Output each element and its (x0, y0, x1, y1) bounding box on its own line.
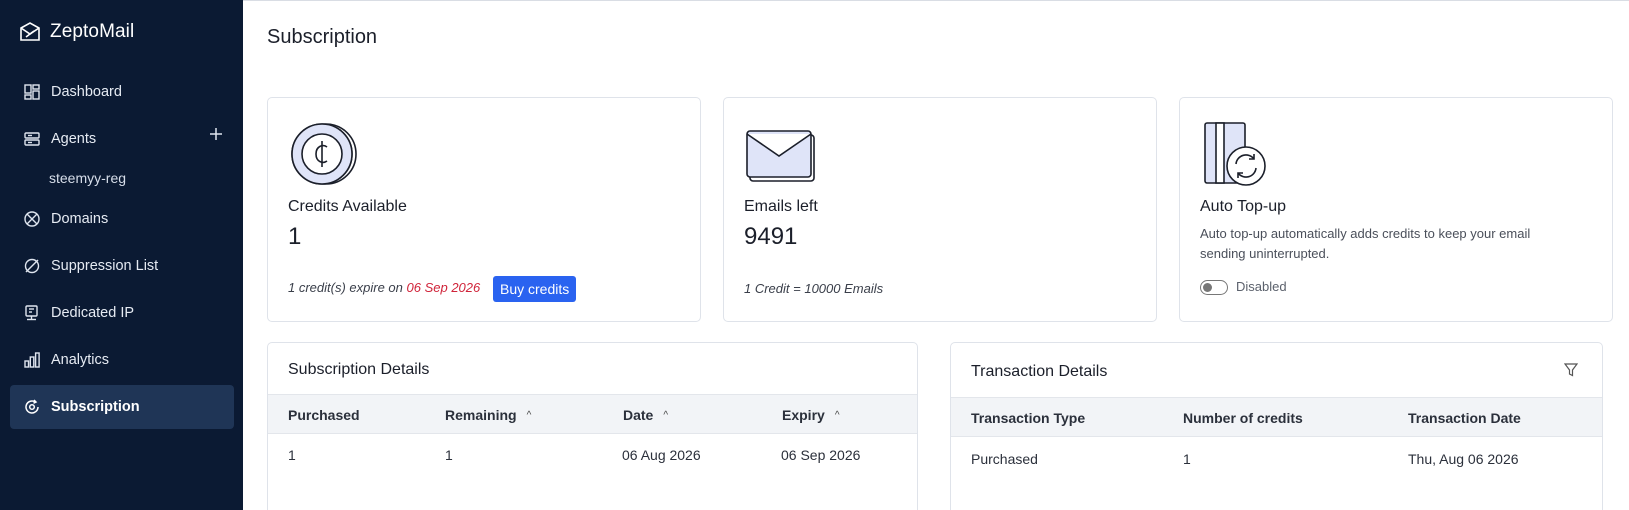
subscription-table-header: Purchased Remaining ^ Date ^ Expiry ^ (268, 394, 917, 434)
sidebar-item-dedicated-ip[interactable]: Dedicated IP (10, 291, 234, 335)
transaction-table-header: Transaction Type Number of credits Trans… (951, 397, 1602, 437)
sidebar-item-dashboard[interactable]: Dashboard (10, 70, 234, 114)
buy-credits-button[interactable]: Buy credits (493, 276, 577, 302)
sidebar-item-agents[interactable]: Agents (10, 117, 234, 161)
sidebar-item-label: Subscription (51, 399, 140, 415)
sidebar-item-domains[interactable]: Domains (10, 197, 234, 241)
column-header-purchased: Purchased (288, 407, 360, 423)
sort-caret-icon[interactable]: ^ (835, 410, 840, 421)
cell-date: 06 Aug 2026 (622, 447, 701, 463)
dedicated-ip-icon (23, 304, 41, 322)
sidebar-item-label: Agents (51, 131, 97, 147)
expiry-date: 06 Sep 2026 (406, 280, 481, 295)
auto-topup-toggle[interactable] (1200, 280, 1228, 295)
domains-icon (23, 210, 41, 228)
brand[interactable]: ZeptoMail (18, 20, 134, 44)
emails-credit-note: 1 Credit = 10000 Emails (744, 281, 884, 296)
analytics-icon (23, 351, 41, 369)
emails-value: 9491 (744, 223, 798, 250)
cell-remaining: 1 (445, 447, 453, 463)
emails-title: Emails left (744, 198, 818, 215)
cell-number-of-credits: 1 (1183, 451, 1191, 467)
credits-value: 1 (288, 223, 302, 250)
coin-icon (291, 123, 357, 185)
subscription-icon (23, 398, 41, 416)
auto-topup-status: Disabled (1236, 279, 1287, 294)
cell-transaction-date: Thu, Aug 06 2026 (1408, 451, 1519, 467)
subscription-details-panel: Subscription Details Purchased Remaining… (267, 342, 918, 510)
column-header-transaction-date: Transaction Date (1408, 410, 1521, 426)
credits-expiry-note: 1 credit(s) expire on 06 Sep 2026 (288, 280, 480, 295)
sidebar-subitem-agent[interactable]: steemyy-reg (49, 170, 126, 186)
column-header-remaining[interactable]: Remaining ^ (445, 407, 531, 423)
expiry-prefix: 1 credit(s) expire on (288, 280, 407, 295)
auto-topup-title: Auto Top-up (1200, 198, 1286, 215)
cell-purchased: 1 (288, 447, 296, 463)
sidebar-item-label: Suppression List (51, 258, 159, 274)
emails-card: Emails left 9491 1 Credit = 10000 Emails (723, 97, 1157, 322)
sidebar-item-analytics[interactable]: Analytics (10, 338, 234, 382)
cell-expiry: 06 Sep 2026 (781, 447, 861, 463)
auto-topup-description: Auto top-up automatically adds credits t… (1200, 226, 1531, 261)
sort-caret-icon[interactable]: ^ (663, 410, 668, 421)
suppression-icon (23, 257, 41, 275)
subscription-details-title: Subscription Details (288, 361, 430, 378)
column-header-expiry[interactable]: Expiry ^ (782, 407, 840, 423)
sidebar-item-label: Dashboard (51, 84, 122, 100)
cell-transaction-type: Purchased (971, 451, 1038, 467)
column-header-number-of-credits: Number of credits (1183, 410, 1303, 426)
sort-caret-icon[interactable]: ^ (527, 410, 532, 421)
sidebar: ZeptoMail Dashboard Agents steemyy-reg D… (0, 0, 243, 510)
credits-title: Credits Available (288, 198, 407, 215)
column-header-date[interactable]: Date ^ (623, 407, 668, 423)
sidebar-item-label: Domains (51, 211, 109, 227)
page-title: Subscription (267, 26, 378, 48)
app-name: ZeptoMail (50, 21, 135, 42)
sidebar-item-subscription[interactable]: Subscription (10, 385, 234, 429)
zeptomail-logo-icon (20, 22, 40, 41)
auto-topup-card-icon (1204, 122, 1266, 186)
sidebar-item-label: Dedicated IP (51, 305, 135, 321)
credits-card: Credits Available 1 1 credit(s) expire o… (267, 97, 701, 322)
sidebar-item-suppression-list[interactable]: Suppression List (10, 244, 234, 288)
agents-icon (23, 130, 41, 148)
top-divider (243, 0, 1629, 1)
envelope-icon (746, 130, 815, 182)
dashboard-icon (23, 83, 41, 101)
add-agent-icon[interactable] (208, 126, 224, 142)
transaction-details-panel: Transaction Details Transaction Type Num… (950, 342, 1603, 510)
sidebar-item-label: Analytics (51, 352, 110, 368)
auto-topup-card: Auto Top-up Auto top-up automatically ad… (1179, 97, 1613, 322)
transaction-details-title: Transaction Details (971, 363, 1108, 380)
filter-icon[interactable] (1564, 363, 1578, 377)
column-header-transaction-type: Transaction Type (971, 410, 1086, 426)
